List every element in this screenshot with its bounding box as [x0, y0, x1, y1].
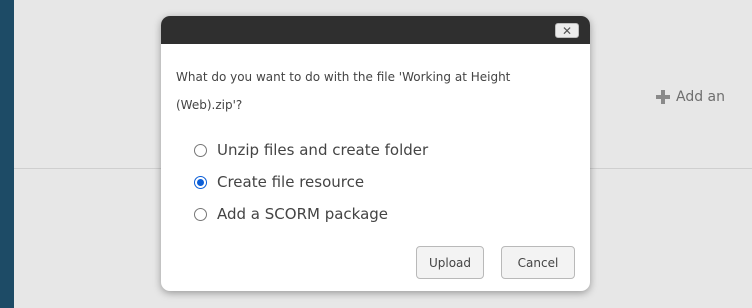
file-action-options: Unzip files and create folder Create fil… — [194, 134, 534, 230]
cancel-button[interactable]: Cancel — [501, 246, 575, 279]
upload-button[interactable]: Upload — [416, 246, 484, 279]
dialog-message: What do you want to do with the file 'Wo… — [176, 70, 511, 112]
option-label: Unzip files and create folder — [217, 141, 429, 159]
radio-icon[interactable] — [194, 175, 207, 189]
option-add-scorm-package[interactable]: Add a SCORM package — [194, 198, 534, 230]
file-upload-dialog: ✕ What do you want to do with the file '… — [161, 16, 590, 291]
radio-icon[interactable] — [194, 143, 207, 157]
option-label: Create file resource — [217, 173, 365, 191]
radio-icon[interactable] — [194, 207, 207, 221]
add-activity-link[interactable]: Add an — [656, 89, 725, 105]
option-label: Add a SCORM package — [217, 205, 389, 223]
close-button[interactable]: ✕ — [555, 23, 579, 38]
close-icon: ✕ — [561, 23, 573, 38]
dialog-titlebar: ✕ — [161, 16, 590, 44]
add-activity-label: Add an — [676, 89, 726, 105]
option-create-file-resource[interactable]: Create file resource — [194, 166, 534, 198]
option-unzip-files[interactable]: Unzip files and create folder — [194, 134, 534, 166]
plus-icon — [656, 90, 670, 104]
